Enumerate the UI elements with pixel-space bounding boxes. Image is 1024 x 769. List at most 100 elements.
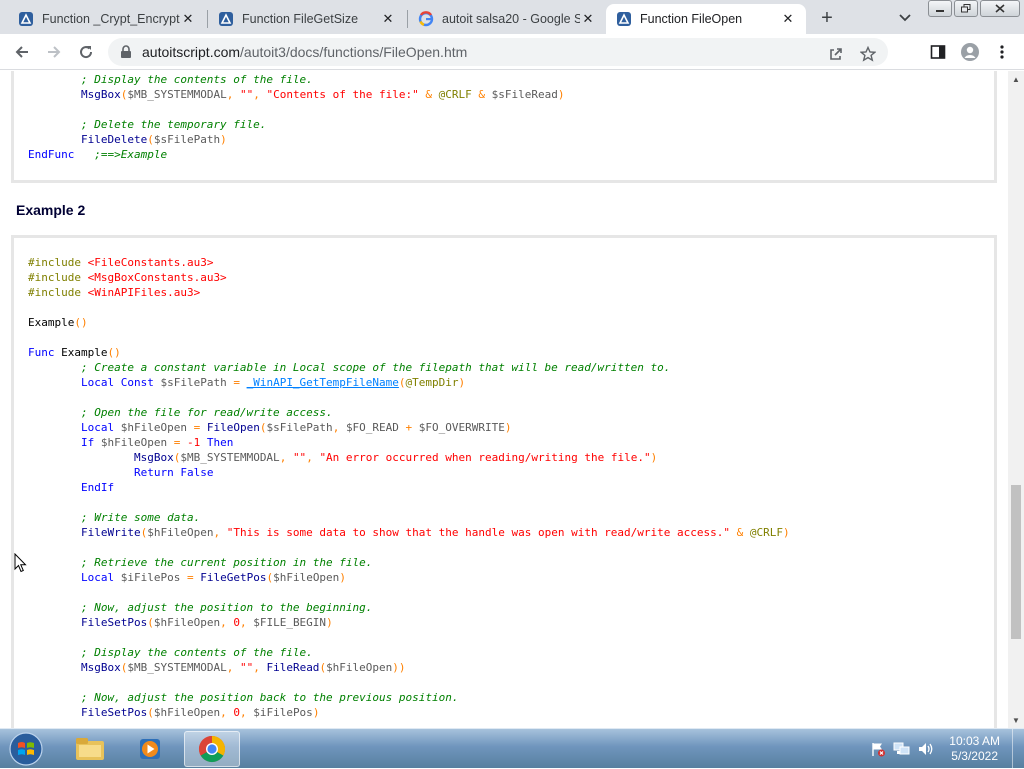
code-token: ; Now, adjust the position back to the p…: [28, 691, 459, 704]
code-line: MsgBox($MB_SYSTEMMODAL, "", "Contents of…: [28, 87, 565, 102]
code-token: #include: [28, 286, 88, 299]
code-token: $hFileOpen: [153, 616, 221, 629]
code-token: Example: [61, 346, 108, 359]
kebab-menu-icon: [1000, 45, 1004, 59]
windows-taskbar: 10:03 AM 5/3/2022: [0, 728, 1024, 769]
code-token: (: [147, 133, 154, 146]
code-line: Local $iFilePos = FileGetPos($hFileOpen): [28, 570, 346, 585]
close-window-button[interactable]: [980, 0, 1020, 17]
tab-close-icon[interactable]: ✕: [180, 11, 196, 27]
tab-close-icon[interactable]: ✕: [380, 11, 396, 27]
url-text: autoitscript.com/autoit3/docs/functions/…: [142, 44, 467, 60]
reload-icon: [80, 46, 93, 59]
code-token: "Contents of the file:": [266, 88, 419, 101]
scroll-down-arrow-icon[interactable]: ▼: [1008, 712, 1024, 728]
start-button[interactable]: [6, 731, 46, 767]
taskbar-explorer[interactable]: [62, 731, 118, 767]
code-token: ): [220, 133, 227, 146]
code-line: ; Create a constant variable in Local sc…: [28, 360, 670, 375]
code-token: FileOpen: [206, 421, 260, 434]
action-center-flag-icon[interactable]: [869, 740, 887, 758]
omnibox-actions: [816, 42, 880, 66]
code-line: ; Now, adjust the position to the beginn…: [28, 600, 372, 615]
code-token: <WinAPIFiles.au3>: [87, 286, 201, 299]
tab-fileopen[interactable]: Function FileOpen ✕: [606, 4, 806, 34]
code-token: $iFilePos: [120, 571, 181, 584]
code-line: #include <FileConstants.au3>: [28, 255, 213, 270]
code-token: Example: [28, 316, 75, 329]
code-line: Local $hFileOpen = FileOpen($sFilePath, …: [28, 420, 512, 435]
code-token: @TempDir: [405, 376, 459, 389]
taskbar-clock[interactable]: 10:03 AM 5/3/2022: [949, 734, 1000, 764]
network-icon[interactable]: [893, 740, 911, 758]
tab-crypt-encrypt[interactable]: Function _Crypt_EncryptD ✕: [8, 4, 206, 34]
code-token: "": [239, 661, 254, 674]
code-token: ; Retrieve the current position in the f…: [28, 556, 373, 569]
code-token: ; Delete the temporary file.: [28, 118, 267, 131]
share-icon: [830, 48, 842, 60]
media-player-icon: [140, 739, 160, 759]
tab-title: Function _Crypt_EncryptD: [42, 12, 180, 26]
system-tray: 10:03 AM 5/3/2022: [863, 729, 1024, 769]
code-token: +: [398, 421, 419, 434]
code-token: )): [392, 661, 406, 674]
tab-close-icon[interactable]: ✕: [780, 11, 796, 27]
reload-button[interactable]: [74, 40, 98, 64]
close-icon: [995, 4, 1005, 13]
show-desktop-button[interactable]: [1012, 729, 1024, 769]
chrome-menu-button[interactable]: [990, 40, 1014, 64]
bookmark-button[interactable]: [856, 42, 880, 66]
new-tab-button[interactable]: +: [815, 6, 839, 30]
side-panel-button[interactable]: [926, 40, 950, 64]
code-block-example-2: #include <FileConstants.au3> #include <Ms…: [11, 235, 997, 728]
share-button[interactable]: [824, 42, 848, 66]
code-token: (): [74, 316, 88, 329]
taskbar-media-player[interactable]: [122, 731, 178, 767]
page-viewport[interactable]: ; Display the contents of the file. MsgB…: [0, 71, 1008, 728]
code-token: MsgBox: [133, 451, 174, 464]
code-token: $hFileOpen: [326, 661, 393, 674]
code-token: ; Open the file for read/write access.: [28, 406, 333, 419]
code-block-example-1: ; Display the contents of the file. MsgB…: [11, 71, 997, 183]
code-token: $hFileOpen: [147, 526, 214, 539]
code-token: 0: [233, 706, 240, 719]
code-token: (: [147, 706, 154, 719]
address-bar[interactable]: autoitscript.com/autoit3/docs/functions/…: [108, 38, 888, 66]
clock-time: 10:03 AM: [949, 734, 1000, 748]
forward-button[interactable]: [42, 40, 66, 64]
code-token: ): [326, 616, 333, 629]
code-token: $MB_SYSTEMMODAL: [127, 661, 227, 674]
code-token: ): [557, 88, 565, 101]
profile-button[interactable]: [958, 40, 982, 64]
scroll-up-arrow-icon[interactable]: ▲: [1008, 71, 1024, 87]
code-token: <MsgBoxConstants.au3>: [87, 271, 227, 284]
code-line: If $hFileOpen = -1 Then: [28, 435, 233, 450]
tab-search-chevron-icon[interactable]: [893, 8, 917, 28]
code-line: ; Display the contents of the file.: [28, 72, 313, 87]
code-line: Func Example(): [28, 345, 121, 360]
back-button[interactable]: [10, 40, 34, 64]
minimize-button[interactable]: [928, 0, 952, 17]
tab-google-search[interactable]: autoit salsa20 - Google S ✕: [408, 4, 606, 34]
code-token: -1: [186, 436, 201, 449]
maximize-button[interactable]: [954, 0, 978, 17]
code-token: FileRead: [266, 661, 320, 674]
code-line: ; Retrieve the current position in the f…: [28, 555, 372, 570]
code-token: Local: [80, 571, 121, 584]
volume-icon[interactable]: [917, 740, 935, 758]
window-controls: [926, 0, 1020, 17]
code-token: ,: [220, 706, 234, 719]
tab-close-icon[interactable]: ✕: [580, 11, 596, 27]
tab-title: Function FileOpen: [640, 12, 743, 26]
scrollbar-thumb[interactable]: [1011, 485, 1021, 639]
vertical-scrollbar[interactable]: ▲ ▼: [1008, 71, 1024, 728]
taskbar-chrome[interactable]: [184, 731, 240, 767]
code-token: Local: [80, 421, 121, 434]
tab-filegetsize[interactable]: Function FileGetSize ✕: [208, 4, 406, 34]
code-line: FileSetPos($hFileOpen, 0, $iFilePos): [28, 705, 319, 720]
